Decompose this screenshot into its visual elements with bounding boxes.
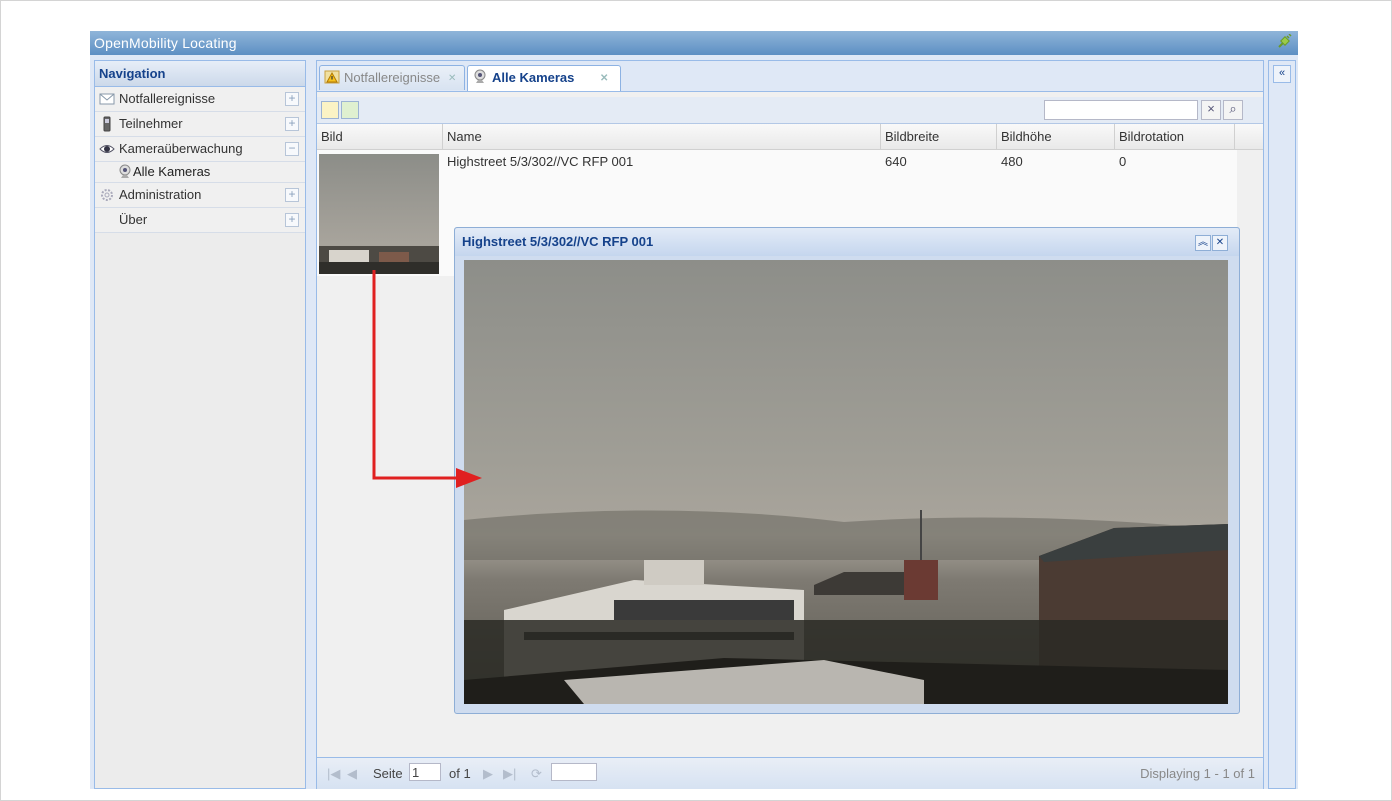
refresh-icon[interactable]: ⟳: [531, 766, 542, 782]
last-page-icon[interactable]: ▶|: [503, 766, 516, 782]
envelope-icon: [99, 93, 115, 105]
camera-image-window[interactable]: Highstreet 5/3/302//VC RFP 001 ︽ ✕: [454, 227, 1240, 714]
app-title: OpenMobility Locating: [94, 35, 237, 51]
navigation-title: Navigation: [95, 61, 305, 87]
nav-item-teilnehmer[interactable]: Teilnehmer +: [95, 112, 305, 137]
search-icon[interactable]: ⌕: [1223, 100, 1243, 120]
nav-item-administration[interactable]: Administration +: [95, 183, 305, 208]
phone-icon: [103, 116, 111, 132]
prev-page-icon[interactable]: ◀: [347, 766, 357, 782]
grid-toolbar: × ⌕: [317, 97, 1263, 124]
grid-header: Bild Name Bildbreite Bildhöhe Bildrotati…: [317, 124, 1263, 150]
tab-label: Notfallereignisse: [344, 70, 441, 85]
nav-item-kameraueberwachung[interactable]: Kameraüberwachung −: [95, 137, 305, 162]
eye-icon: [99, 145, 115, 153]
annotation-arrow: [372, 270, 482, 488]
paging-toolbar: |◀ ◀ Seite 1 of 1 ▶ ▶| ⟳ Displaying 1 - …: [317, 757, 1263, 789]
app-titlebar: OpenMobility Locating: [90, 31, 1298, 55]
nav-item-label: Kameraüberwachung: [119, 141, 243, 156]
window-header[interactable]: Highstreet 5/3/302//VC RFP 001 ︽ ✕: [455, 228, 1239, 256]
column-header-bildhoehe[interactable]: Bildhöhe: [997, 124, 1115, 149]
tab-close-icon[interactable]: ✕: [448, 68, 456, 90]
nav-item-notfallereignisse[interactable]: Notfallereignisse +: [95, 87, 305, 112]
grid-view-icon[interactable]: [341, 101, 359, 119]
page-input[interactable]: 1: [409, 763, 441, 781]
collapse-icon[interactable]: −: [285, 142, 299, 156]
nav-subitem-label: Alle Kameras: [133, 164, 211, 179]
tab-strip: Notfallereignisse ✕ Alle Kameras ✕: [317, 61, 1263, 92]
close-window-icon[interactable]: ✕: [1212, 235, 1228, 251]
collapse-window-icon[interactable]: ︽: [1195, 235, 1211, 251]
column-header-bild[interactable]: Bild: [317, 124, 443, 149]
nav-item-label: Über: [119, 212, 148, 227]
expand-icon[interactable]: +: [285, 188, 299, 202]
nav-item-ueber[interactable]: Über +: [95, 208, 305, 233]
column-header-bildrotation[interactable]: Bildrotation: [1115, 124, 1235, 149]
webcam-icon: [119, 164, 131, 178]
clear-search-icon[interactable]: ×: [1201, 100, 1221, 120]
grid-scrollbar[interactable]: [1237, 150, 1261, 750]
camera-thumbnail[interactable]: [319, 154, 439, 274]
warning-icon: [324, 70, 340, 84]
window-title: Highstreet 5/3/302//VC RFP 001: [462, 234, 654, 249]
page-size-input[interactable]: [551, 763, 597, 781]
expand-panel-icon[interactable]: «: [1273, 65, 1291, 83]
nav-item-label: Teilnehmer: [119, 116, 183, 131]
camera-rotation: 0: [1119, 154, 1127, 169]
camera-height: 480: [1001, 154, 1023, 169]
east-panel-collapsed: «: [1268, 60, 1296, 789]
nav-item-label: Notfallereignisse: [119, 91, 216, 106]
column-header-name[interactable]: Name: [443, 124, 881, 149]
navigation-panel: Navigation Notfallereignisse + Teilnehme…: [94, 60, 306, 789]
nav-subitem-alle-kameras[interactable]: Alle Kameras: [95, 162, 305, 183]
first-page-icon[interactable]: |◀: [327, 766, 340, 782]
nav-item-label: Administration: [119, 187, 202, 202]
next-page-icon[interactable]: ▶: [483, 766, 493, 782]
column-header-bildbreite[interactable]: Bildbreite: [881, 124, 997, 149]
tab-notfallereignisse[interactable]: Notfallereignisse ✕: [319, 65, 465, 90]
expand-icon[interactable]: +: [285, 213, 299, 227]
tab-close-icon[interactable]: ✕: [600, 68, 608, 90]
camera-name: Highstreet 5/3/302//VC RFP 001: [447, 154, 634, 169]
page-label: Seite: [373, 766, 403, 781]
gear-icon: [101, 189, 113, 201]
plug-icon[interactable]: [1276, 34, 1292, 50]
webcam-icon: [474, 69, 486, 83]
expand-icon[interactable]: +: [285, 117, 299, 131]
camera-width: 640: [885, 154, 907, 169]
list-view-icon[interactable]: [321, 101, 339, 119]
displaying-info: Displaying 1 - 1 of 1: [1140, 766, 1255, 781]
tab-label: Alle Kameras: [492, 70, 575, 85]
tab-alle-kameras[interactable]: Alle Kameras ✕: [467, 65, 621, 91]
camera-image: [464, 260, 1228, 704]
expand-icon[interactable]: +: [285, 92, 299, 106]
search-input[interactable]: [1044, 100, 1198, 120]
page-count: of 1: [449, 766, 471, 781]
